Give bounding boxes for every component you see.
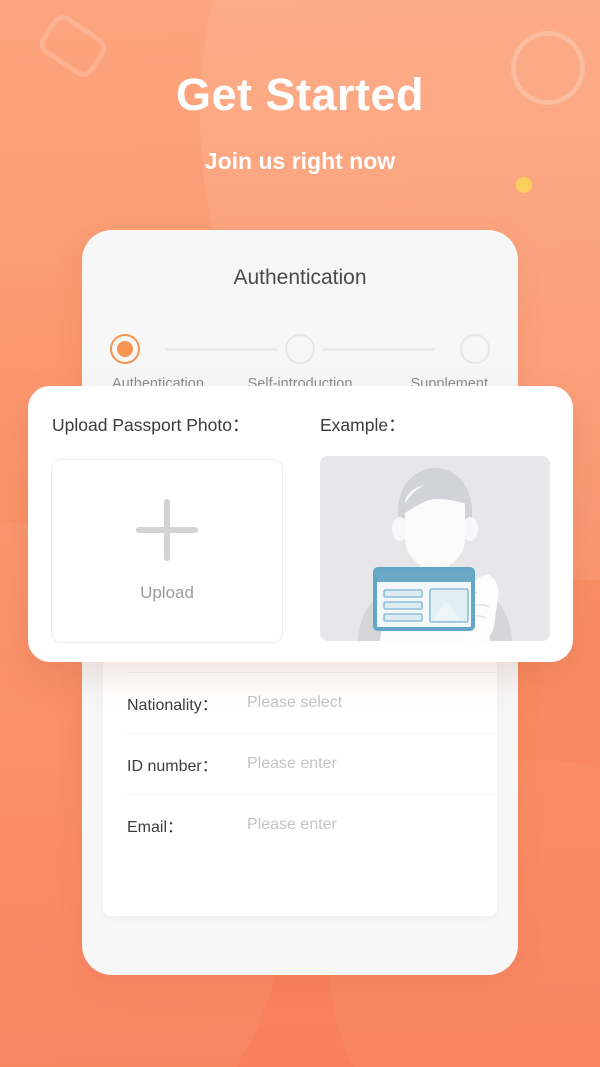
form-label-nationality: Nationality： xyxy=(127,696,218,714)
stepper-node-supplement[interactable] xyxy=(460,334,490,364)
upload-passport-panel: Upload Passport Photo： Example： Upload xyxy=(28,386,573,662)
stepper-node-self-introduction[interactable] xyxy=(285,334,315,364)
form-value-nationality[interactable]: Please select xyxy=(247,694,342,712)
page-header: Get Started Join us right now xyxy=(0,72,600,173)
plus-icon xyxy=(136,499,198,561)
dot-icon xyxy=(516,177,532,193)
app-screen: Get Started Join us right now Authentica… xyxy=(0,0,600,1067)
form-value-email[interactable]: Please enter xyxy=(247,816,337,834)
example-label: Example： xyxy=(320,415,406,435)
form-value-id-number[interactable]: Please enter xyxy=(247,755,337,773)
form-label-id-number: ID number： xyxy=(127,757,218,775)
page-title: Get Started xyxy=(175,69,425,120)
stepper-node-authentication[interactable] xyxy=(110,334,140,364)
person-holding-id-card-icon xyxy=(320,456,550,641)
screen-title: Authentication xyxy=(233,266,367,289)
form-label-email: Email： xyxy=(127,818,184,836)
form-row-email[interactable]: Email： Please enter xyxy=(103,794,497,855)
upload-panel-header: Upload Passport Photo： Example： xyxy=(28,412,573,436)
example-illustration xyxy=(320,456,550,641)
form-row-nationality[interactable]: Nationality： Please select xyxy=(103,672,497,733)
stepper-nodes xyxy=(110,334,490,364)
form-row-id-number[interactable]: ID number： Please enter xyxy=(103,733,497,794)
page-subtitle: Join us right now xyxy=(204,148,396,174)
upload-passport-label: Upload Passport Photo： xyxy=(52,415,250,435)
upload-dropzone[interactable]: Upload xyxy=(51,459,283,643)
upload-dropzone-label: Upload xyxy=(140,583,194,602)
